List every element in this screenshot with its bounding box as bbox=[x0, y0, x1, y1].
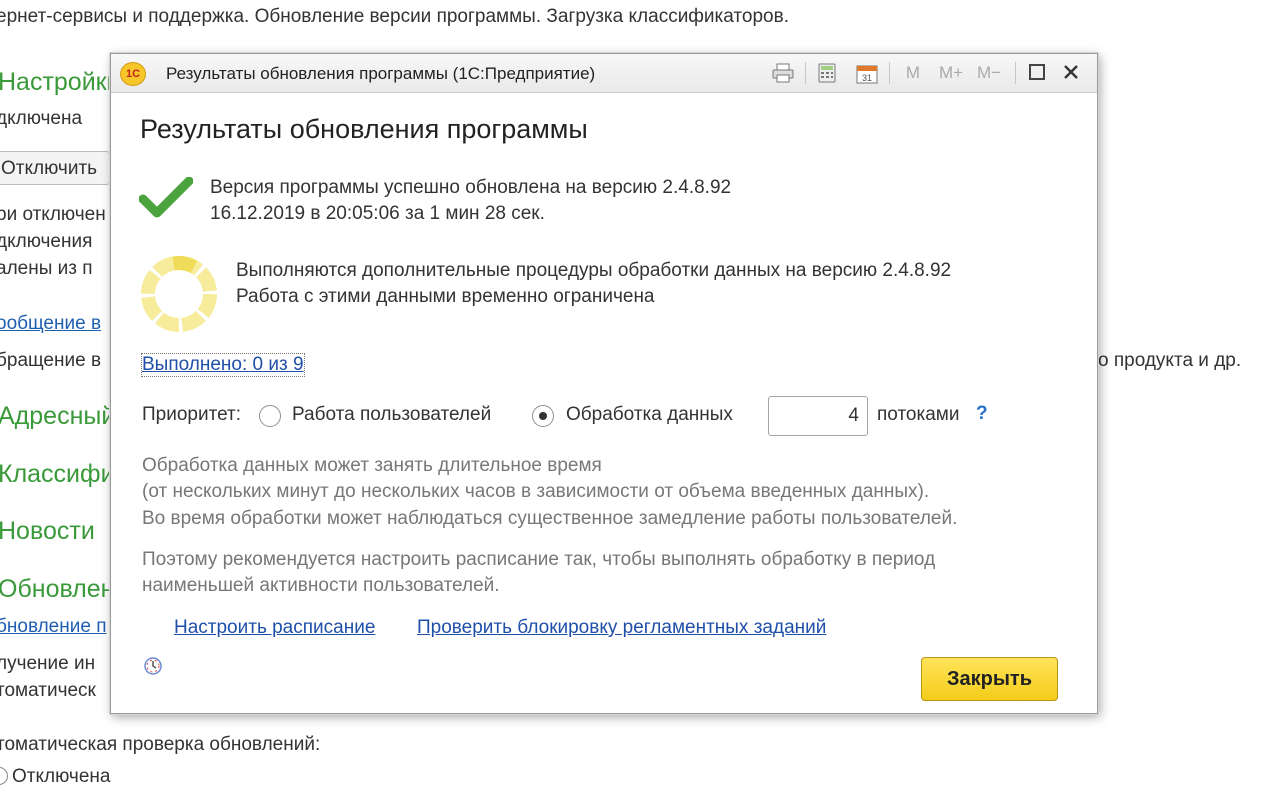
update-link[interactable]: бновление п bbox=[0, 616, 107, 638]
message-link[interactable]: ообщение в bbox=[0, 313, 101, 335]
calculator-icon[interactable] bbox=[815, 63, 839, 83]
progress-link[interactable]: Выполнено: 0 из 9 bbox=[141, 353, 305, 377]
note-line: Поэтому рекомендуется настроить расписан… bbox=[142, 549, 936, 570]
note-line: (от нескольких минут до нескольких часов… bbox=[142, 481, 930, 502]
receive-text: лучение ин bbox=[0, 653, 96, 674]
priority-data-label[interactable]: Обработка данных bbox=[566, 402, 733, 428]
update-results-dialog: 1С Результаты обновления программы (1С:П… bbox=[110, 53, 1098, 714]
appeal-text: бращение в bbox=[0, 350, 102, 371]
settings-heading: Настройки bbox=[0, 68, 121, 96]
auto-check-value: Отключена bbox=[12, 766, 111, 787]
priority-data-radio[interactable] bbox=[532, 405, 554, 427]
processing-line-2: Работа с этими данными временно ограниче… bbox=[236, 286, 655, 307]
info-line: дключения bbox=[0, 231, 93, 252]
check-lock-link[interactable]: Проверить блокировку регламентных задани… bbox=[417, 617, 826, 639]
help-icon[interactable]: ? bbox=[976, 403, 988, 425]
info-line: алены из п bbox=[0, 258, 93, 279]
schedule-icon bbox=[144, 657, 162, 675]
auto-check-label: томатическая проверка обновлений: bbox=[0, 734, 321, 755]
priority-users-radio[interactable] bbox=[259, 405, 281, 427]
threads-label: потоками bbox=[877, 404, 960, 425]
toolbar-separator bbox=[889, 62, 890, 84]
memory-m-button[interactable]: M bbox=[901, 63, 925, 83]
processing-line-1: Выполняются дополнительные процедуры обр… bbox=[236, 260, 952, 281]
note-line: наименьшей активности пользователей. bbox=[142, 575, 500, 596]
dialog-content: Результаты обновления программы Версия п… bbox=[111, 93, 1097, 713]
window-title: Результаты обновления программы (1С:Пред… bbox=[166, 64, 596, 83]
maximize-icon[interactable] bbox=[1025, 63, 1049, 83]
memory-minus-button[interactable]: M− bbox=[973, 63, 1005, 83]
threads-input[interactable] bbox=[768, 396, 868, 436]
success-line-1: Версия программы успешно обновлена на ве… bbox=[210, 177, 732, 198]
disable-button[interactable]: Отключить bbox=[0, 151, 110, 185]
news-heading: Новости bbox=[0, 517, 95, 545]
dialog-heading: Результаты обновления программы bbox=[140, 114, 588, 144]
note-line: Обработка данных может занять длительное… bbox=[142, 455, 602, 476]
priority-users-label[interactable]: Работа пользователей bbox=[292, 402, 491, 428]
updates-heading: Обновлен bbox=[0, 575, 115, 603]
note-line: Во время обработки может наблюдаться сущ… bbox=[142, 508, 958, 529]
schedule-link[interactable]: Настроить расписание bbox=[174, 617, 375, 639]
print-icon[interactable] bbox=[771, 63, 795, 83]
close-icon[interactable] bbox=[1059, 63, 1083, 83]
svg-text:31: 31 bbox=[862, 73, 872, 83]
auto-text: томатическ bbox=[0, 680, 96, 701]
calendar-icon[interactable]: 31 bbox=[855, 63, 879, 84]
title-bar[interactable]: 1С Результаты обновления программы (1С:П… bbox=[111, 54, 1097, 93]
toolbar-separator bbox=[805, 62, 806, 84]
info-line: ри отключен bbox=[0, 204, 106, 225]
priority-label: Приоритет: bbox=[142, 404, 241, 425]
success-check-icon bbox=[138, 176, 194, 219]
close-button[interactable]: Закрыть bbox=[921, 657, 1058, 701]
classifiers-heading: Классифи bbox=[0, 460, 115, 488]
success-line-2: 16.12.2019 в 20:05:06 за 1 мин 28 сек. bbox=[210, 203, 545, 224]
app-logo-icon: 1С bbox=[120, 62, 146, 86]
page-header-text: ернет-сервисы и поддержка. Обновление ве… bbox=[0, 6, 789, 27]
processing-spinner-icon bbox=[139, 254, 219, 334]
auto-check-radio[interactable] bbox=[0, 767, 8, 785]
address-heading: Адресный bbox=[0, 402, 116, 430]
toolbar-separator bbox=[1015, 62, 1016, 84]
appeal-text-right: о продукта и др. bbox=[1098, 350, 1242, 371]
status-text: дключена bbox=[0, 108, 83, 129]
memory-plus-button[interactable]: M+ bbox=[935, 63, 967, 83]
